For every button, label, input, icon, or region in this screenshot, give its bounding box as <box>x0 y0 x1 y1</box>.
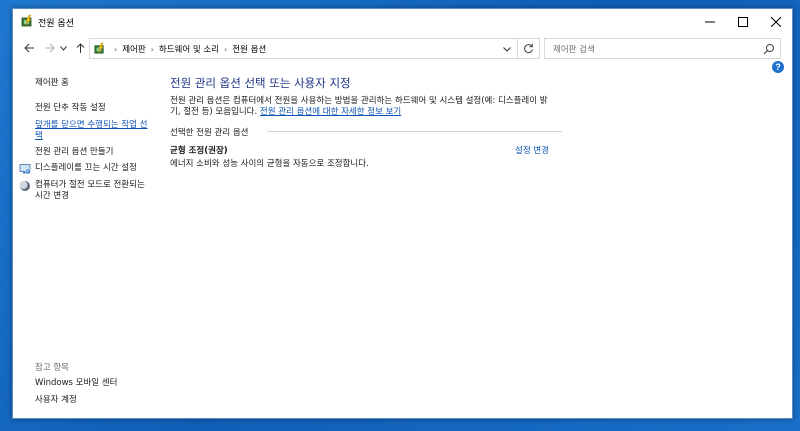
chevron-down-icon <box>503 46 511 52</box>
sleep-moon-icon <box>19 181 30 191</box>
create-power-plan-link[interactable]: 전원 관리 옵션 만들기 <box>35 147 153 158</box>
main-content: 전원 관리 옵션 선택 또는 사용자 지정 전원 관리 옵션은 컴퓨터에서 전원… <box>163 62 792 418</box>
group-divider <box>267 131 562 132</box>
back-button[interactable] <box>22 41 36 55</box>
search-icon <box>763 44 774 55</box>
task-pane: 제어판 홈 전원 단추 작동 설정 덮개를 닫으면 수행되는 작업 선택 전원 … <box>13 62 163 418</box>
lid-close-action-link[interactable]: 덮개를 닫으면 수행되는 작업 선택 <box>35 120 153 142</box>
close-icon <box>770 17 781 27</box>
refresh-button[interactable] <box>517 38 540 59</box>
learn-more-link[interactable]: 전원 관리 옵션에 대한 자세한 정보 보기 <box>260 107 401 117</box>
page-description: 전원 관리 옵션은 컴퓨터에서 전원을 사용하는 방법을 관리하는 하드웨어 및… <box>170 96 562 118</box>
navigation-bar: › 제어판 › 하드웨어 및 소리 › 전원 옵션 제어판 검색 <box>13 35 792 62</box>
plan-name: 균형 조정(권장) <box>170 146 228 156</box>
user-accounts-link[interactable]: 사용자 계정 <box>35 395 153 406</box>
maximize-button[interactable] <box>726 9 759 35</box>
sleep-time-link[interactable]: 컴퓨터가 절전 모드로 전환되는 시간 변경 <box>35 180 153 202</box>
power-options-window: 전원 옵션 › 제어판 › 하드웨어 및 소리 › 전원 옵션 제어판 검색 ?… <box>12 8 793 419</box>
breadcrumb: › 제어판 › 하드웨어 및 소리 › 전원 옵션 <box>109 43 266 56</box>
control-panel-home-link[interactable]: 제어판 홈 <box>35 78 153 89</box>
arrow-up-icon <box>76 42 84 53</box>
breadcrumb-hardware-sound[interactable]: 하드웨어 및 소리 <box>159 43 219 55</box>
breadcrumb-power-options[interactable]: 전원 옵션 <box>232 43 266 55</box>
minimize-button[interactable] <box>693 9 726 35</box>
power-options-icon <box>21 14 32 28</box>
control-panel-icon <box>94 42 104 55</box>
plan-description: 에너지 소비와 성능 사이의 균형을 자동으로 조정합니다. <box>170 159 369 169</box>
power-button-settings-link[interactable]: 전원 단추 작동 설정 <box>35 103 153 114</box>
search-input[interactable]: 제어판 검색 <box>544 38 781 59</box>
windows-mobility-center-link[interactable]: Windows 모바일 센터 <box>35 378 153 389</box>
recent-locations-button[interactable] <box>58 41 68 55</box>
address-dropdown-button[interactable] <box>501 43 513 55</box>
see-also-heading: 참고 항목 <box>35 363 69 373</box>
display-off-time-link[interactable]: 디스플레이를 끄는 시간 설정 <box>35 163 153 174</box>
chevron-down-icon <box>59 45 67 51</box>
change-plan-settings-link[interactable]: 설정 변경 <box>515 144 549 156</box>
page-title: 전원 관리 옵션 선택 또는 사용자 지정 <box>170 76 351 90</box>
search-placeholder: 제어판 검색 <box>553 45 595 55</box>
breadcrumb-separator-icon[interactable]: › <box>224 45 227 54</box>
refresh-icon <box>524 43 533 54</box>
breadcrumb-separator-icon[interactable]: › <box>151 45 154 54</box>
description-line-2: 기, 절전 등) 모음입니다. <box>170 107 258 117</box>
arrow-right-icon <box>44 43 55 53</box>
close-button[interactable] <box>759 9 792 35</box>
address-bar[interactable]: › 제어판 › 하드웨어 및 소리 › 전원 옵션 <box>89 38 518 59</box>
title-bar: 전원 옵션 <box>13 9 792 35</box>
breadcrumb-control-panel[interactable]: 제어판 <box>122 43 145 55</box>
description-line-1: 전원 관리 옵션은 컴퓨터에서 전원을 사용하는 방법을 관리하는 하드웨어 및… <box>170 96 548 106</box>
window-title: 전원 옵션 <box>38 19 74 29</box>
forward-button[interactable] <box>42 41 56 55</box>
display-icon <box>19 164 31 175</box>
arrow-left-icon <box>23 43 34 53</box>
maximize-icon <box>737 17 748 27</box>
up-button[interactable] <box>73 41 87 55</box>
breadcrumb-separator-icon[interactable]: › <box>114 45 117 54</box>
selected-plan-group-label: 선택한 전원 관리 옵션 <box>170 128 249 138</box>
minimize-icon <box>704 21 715 23</box>
